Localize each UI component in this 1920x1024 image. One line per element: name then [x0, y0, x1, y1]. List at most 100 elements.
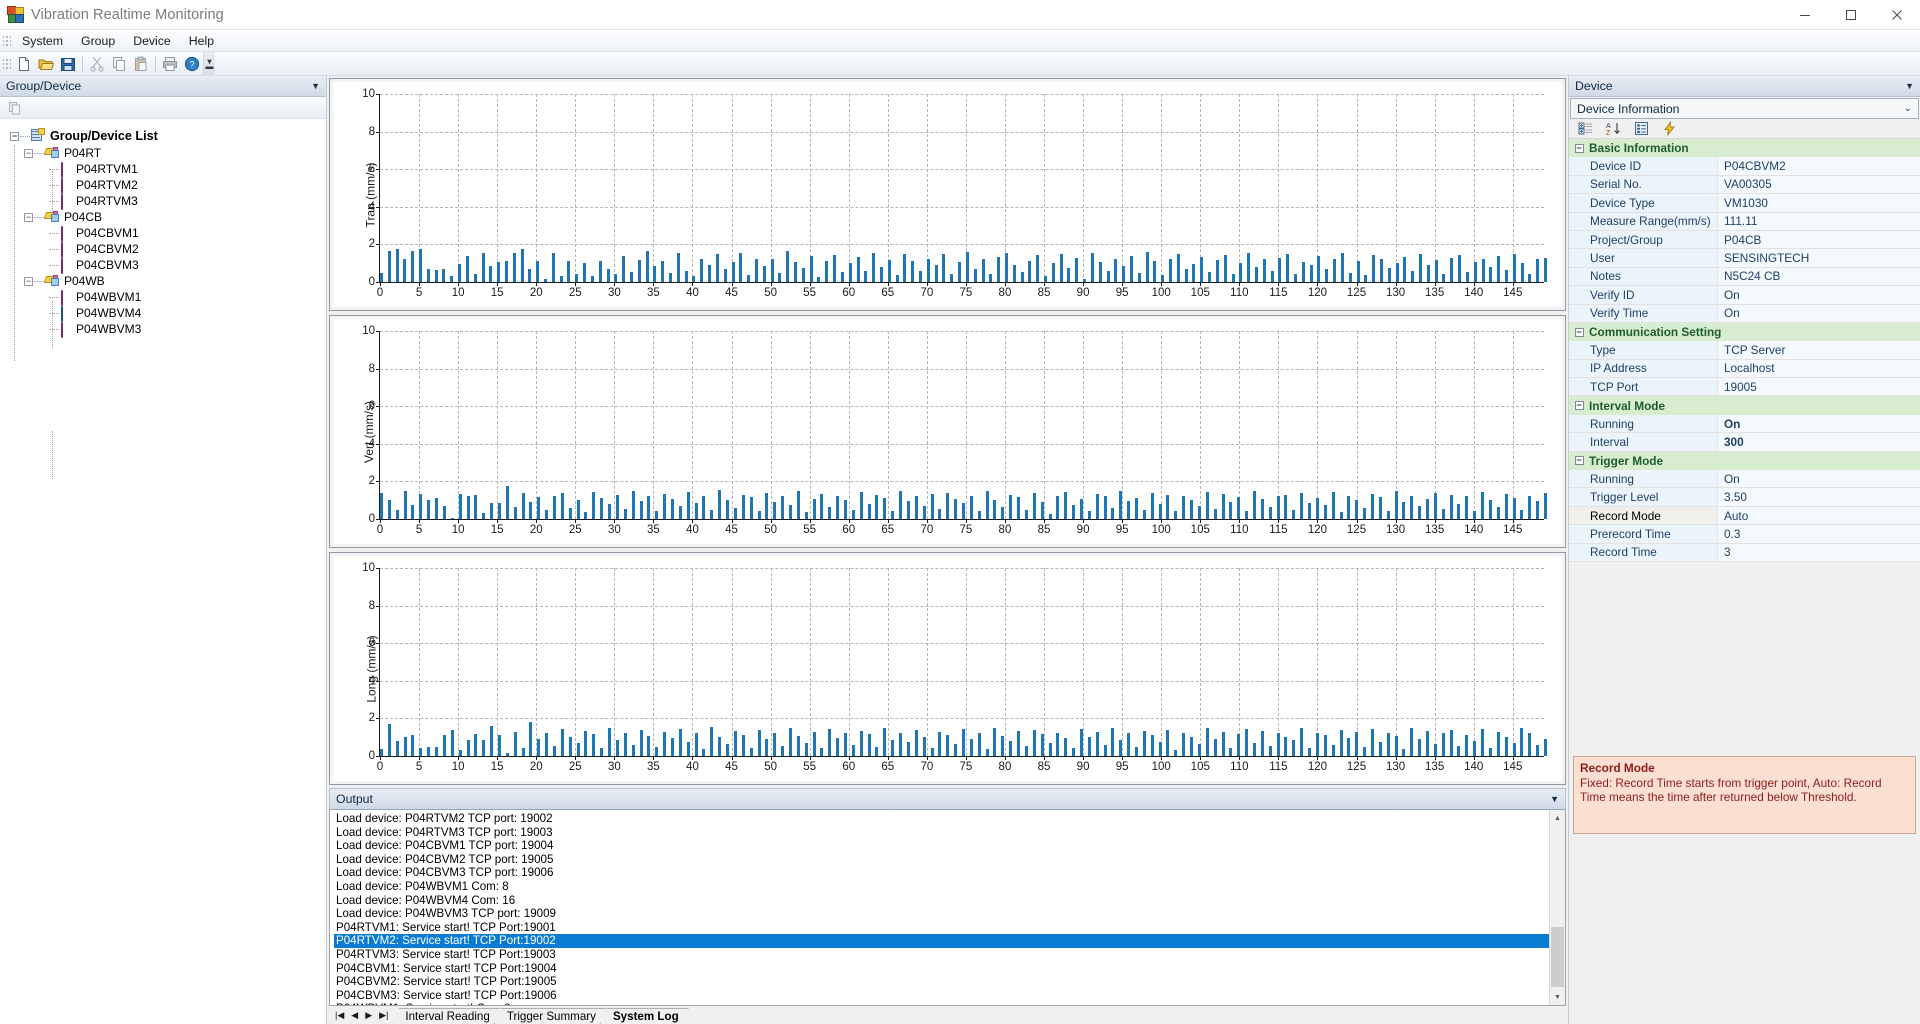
tree-device-P04CBVM2[interactable]: P04CBVM2 — [10, 241, 326, 258]
tree-group-P04RT[interactable]: − P04RT — [10, 145, 326, 161]
properties-icon[interactable] — [1630, 118, 1652, 140]
maximize-button[interactable] — [1828, 0, 1874, 30]
toolbar-drag-handle[interactable] — [3, 56, 11, 71]
property-value[interactable]: Localhost — [1717, 359, 1920, 379]
copy-icon[interactable] — [108, 53, 130, 75]
tree-device-P04RTVM1[interactable]: P04RTVM1 — [10, 161, 326, 178]
log-line[interactable]: P04RTVM2: Service start! TCP Port:19002 — [334, 934, 1549, 948]
log-line[interactable]: Load device: P04CBVM2 TCP port: 19005 — [334, 853, 1549, 867]
chevron-down-icon[interactable]: ▼ — [1550, 794, 1559, 804]
log-line[interactable]: P04CBVM3: Service start! TCP Port:19006 — [334, 989, 1549, 1003]
collapse-icon[interactable]: − — [24, 212, 33, 222]
menu-help[interactable]: Help — [180, 31, 223, 51]
property-value[interactable]: 3.50 — [1717, 488, 1920, 507]
output-log-list[interactable]: Load device: P04RTVM2 TCP port: 19002 Loa… — [330, 810, 1549, 1005]
property-category-row[interactable]: − Trigger Mode — [1569, 451, 1920, 471]
log-line[interactable]: Load device: P04WBVM4 Com: 16 — [334, 894, 1549, 908]
property-row[interactable]: Device Type VM1030 — [1569, 194, 1920, 213]
property-row[interactable]: Verify Time On — [1569, 304, 1920, 323]
property-value[interactable]: Auto — [1717, 506, 1920, 526]
scrollbar-thumb[interactable] — [1551, 927, 1564, 987]
property-row[interactable]: Measure Range(mm/s) 111.11 — [1569, 212, 1920, 231]
tree-device-P04CBVM1[interactable]: P04CBVM1 — [10, 225, 326, 242]
log-line[interactable]: Load device: P04CBVM3 TCP port: 19006 — [334, 866, 1549, 880]
property-value[interactable]: SENSINGTECH — [1717, 249, 1920, 268]
property-value[interactable]: N5C24 CB — [1717, 267, 1920, 287]
device-tree[interactable]: − Group/Device List − P04RT P04RTVM1 P04RTVM2… — [0, 119, 326, 1024]
property-row[interactable]: TCP Port 19005 — [1569, 378, 1920, 397]
property-row[interactable]: Record Mode Auto — [1569, 506, 1920, 526]
tree-device-P04WBVM4[interactable]: P04WBVM4 — [10, 305, 326, 322]
property-row[interactable]: Running On — [1569, 470, 1920, 489]
property-value[interactable]: VA00305 — [1717, 175, 1920, 195]
collapse-icon[interactable]: − — [1569, 323, 1589, 341]
property-row[interactable]: Type TCP Server — [1569, 341, 1920, 360]
tree-device-P04RTVM3[interactable]: P04RTVM3 — [10, 193, 326, 210]
tab-system-log[interactable]: System Log — [600, 1008, 689, 1024]
help-icon[interactable]: ? — [181, 53, 203, 75]
tree-root-node[interactable]: − Group/Device List — [10, 127, 326, 145]
toolbar-overflow-button[interactable]: ▾ ▬ — [203, 52, 215, 76]
log-line[interactable]: P04WBVM1: Service start! Com:8 — [334, 1002, 1549, 1005]
property-value[interactable]: 0.3 — [1717, 525, 1920, 544]
property-row[interactable]: Notes N5C24 CB — [1569, 267, 1920, 287]
property-category-row[interactable]: − Basic Information — [1569, 139, 1920, 158]
previous-record-icon[interactable]: ◀ — [351, 1010, 358, 1021]
tree-group-P04WB[interactable]: − P04WB — [10, 273, 326, 289]
collapse-icon[interactable]: − — [10, 131, 19, 141]
minimize-button[interactable] — [1782, 0, 1828, 30]
output-scrollbar[interactable]: ▲ ▼ — [1549, 810, 1565, 1005]
property-row[interactable]: Trigger Level 3.50 — [1569, 488, 1920, 507]
property-grid[interactable]: − Basic Information Device ID P04CBVM2 Seria… — [1569, 139, 1920, 562]
collapse-icon[interactable]: − — [24, 148, 33, 158]
menu-device[interactable]: Device — [124, 31, 180, 51]
chart-long[interactable]: Long (mm/s) 0 2 4 6 8 10 0 5 10 15 20 25 30 35 40 45 50 55… — [329, 552, 1566, 785]
first-record-icon[interactable]: |◀ — [335, 1010, 344, 1021]
property-row[interactable]: Serial No. VA00305 — [1569, 175, 1920, 195]
chart-tran[interactable]: Tran (mm/s) 0 2 4 6 8 10 0 5 10 15 20 25 30 35 40 45 50 55… — [329, 78, 1566, 311]
property-value[interactable]: VM1030 — [1717, 194, 1920, 213]
log-line[interactable]: Load device: P04CBVM1 TCP port: 19004 — [334, 839, 1549, 853]
collapse-icon[interactable]: − — [24, 276, 33, 286]
alphabetical-sort-icon[interactable]: AZ — [1602, 118, 1624, 140]
property-value[interactable]: 19005 — [1717, 378, 1920, 397]
collapse-icon[interactable]: − — [1569, 452, 1589, 470]
property-value[interactable]: 300 — [1717, 433, 1920, 452]
log-line[interactable]: P04RTVM3: Service start! TCP Port:19003 — [334, 948, 1549, 962]
tree-device-P04WBVM3[interactable]: P04WBVM3 — [10, 321, 326, 338]
chart-vert[interactable]: Vert (mm/s) 0 2 4 6 8 10 0 5 10 15 20 25 30 35 40 45 50 55… — [329, 315, 1566, 548]
log-line[interactable]: Load device: P04WBVM3 TCP port: 19009 — [334, 907, 1549, 921]
cut-icon[interactable] — [86, 53, 108, 75]
log-line[interactable]: Load device: P04WBVM1 Com: 8 — [334, 880, 1549, 894]
menu-drag-handle[interactable] — [3, 33, 11, 48]
property-row[interactable]: Device ID P04CBVM2 — [1569, 157, 1920, 176]
menu-system[interactable]: System — [13, 31, 72, 51]
property-value[interactable]: On — [1717, 414, 1920, 434]
property-value[interactable]: 3 — [1717, 543, 1920, 562]
open-icon[interactable] — [35, 53, 57, 75]
property-row[interactable]: Prerecord Time 0.3 — [1569, 525, 1920, 544]
property-category-row[interactable]: − Interval Mode — [1569, 396, 1920, 415]
next-record-icon[interactable]: ▶ — [365, 1010, 372, 1021]
property-row[interactable]: Record Time 3 — [1569, 543, 1920, 562]
tree-device-P04WBVM1[interactable]: P04WBVM1 — [10, 289, 326, 306]
tree-device-P04CBVM3[interactable]: P04CBVM3 — [10, 257, 326, 274]
last-record-icon[interactable]: ▶| — [379, 1010, 388, 1021]
tab-interval-reading[interactable]: Interval Reading — [392, 1008, 499, 1024]
menu-group[interactable]: Group — [72, 31, 124, 51]
property-value[interactable]: On — [1717, 470, 1920, 489]
tab-trigger-summary[interactable]: Trigger Summary — [494, 1008, 606, 1024]
chevron-down-icon[interactable]: ⌄ — [1904, 103, 1912, 114]
property-value[interactable]: TCP Server — [1717, 341, 1920, 360]
property-row[interactable]: User SENSINGTECH — [1569, 249, 1920, 268]
chevron-down-icon[interactable]: ▼ — [311, 81, 320, 91]
log-line[interactable]: P04RTVM1: Service start! TCP Port:19001 — [334, 921, 1549, 935]
copy-icon[interactable] — [4, 97, 26, 119]
save-icon[interactable] — [57, 53, 79, 75]
scroll-up-icon[interactable]: ▲ — [1550, 810, 1565, 826]
collapse-icon[interactable]: − — [1569, 139, 1589, 157]
property-value[interactable]: On — [1717, 304, 1920, 323]
close-button[interactable] — [1874, 0, 1920, 30]
property-row[interactable]: Project/Group P04CB — [1569, 230, 1920, 250]
chevron-down-icon[interactable]: ▼ — [1905, 81, 1914, 91]
